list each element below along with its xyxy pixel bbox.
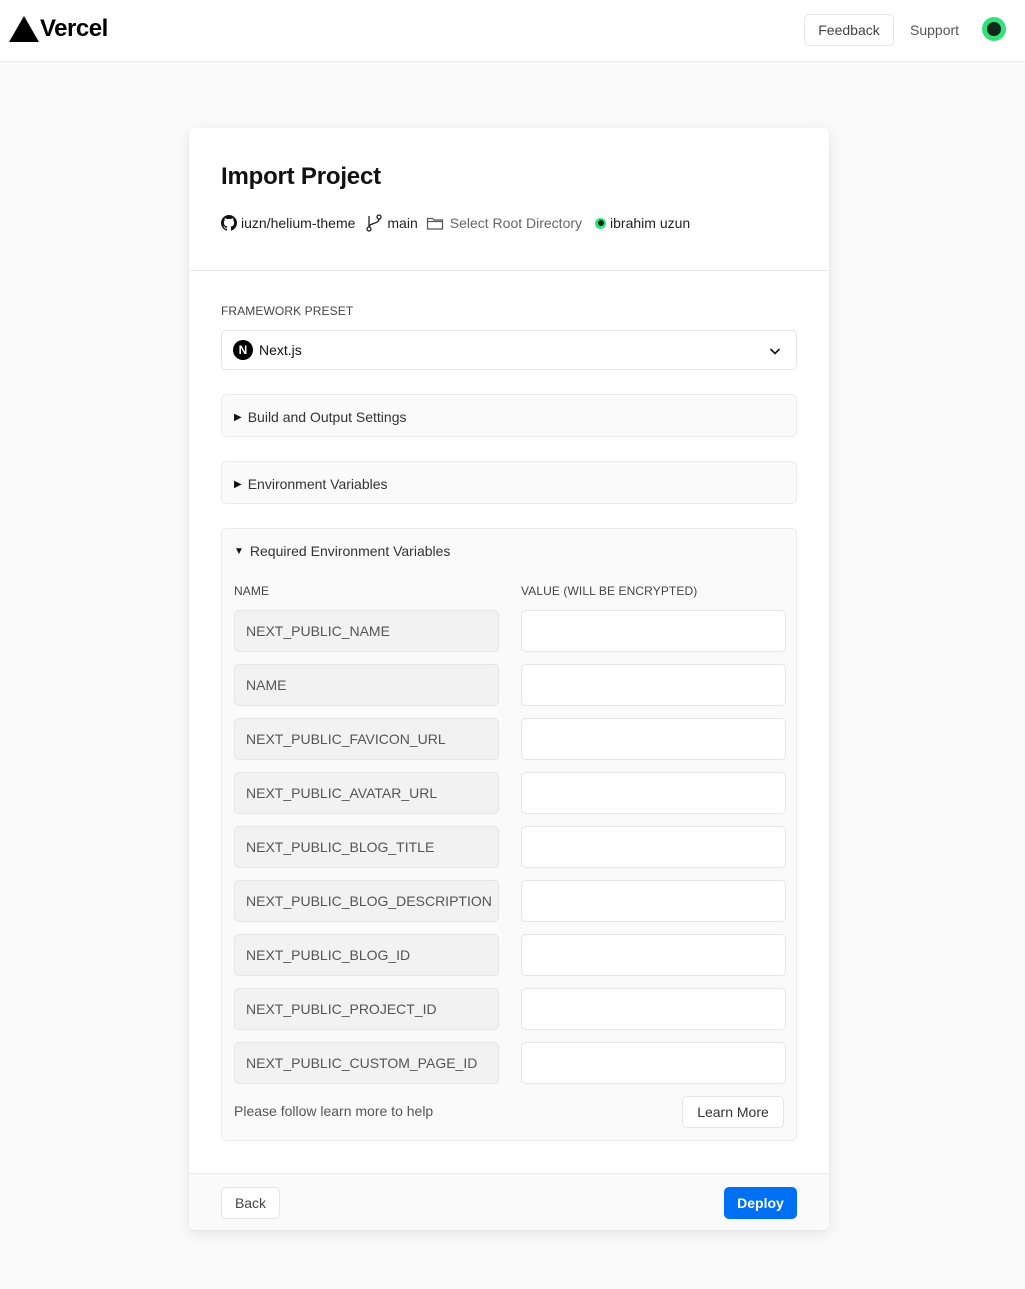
- triangle-right-icon: ▶: [234, 411, 242, 423]
- build-settings-accordion[interactable]: ▶ Build and Output Settings: [221, 394, 797, 437]
- env-name-field: NEXT_PUBLIC_FAVICON_URL: [234, 718, 499, 760]
- env-value-input[interactable]: [521, 772, 786, 814]
- page-title: Import Project: [221, 163, 381, 190]
- env-vars-header[interactable]: ▶ Environment Variables: [234, 476, 388, 492]
- brand-name: Vercel: [40, 15, 108, 42]
- card-footer: Back Deploy: [189, 1173, 829, 1230]
- env-value-input[interactable]: [521, 1042, 786, 1084]
- repo-name: iuzn/helium-theme: [241, 215, 356, 231]
- env-name-field: NEXT_PUBLIC_CUSTOM_PAGE_ID: [234, 1042, 499, 1084]
- env-name-field: NEXT_PUBLIC_BLOG_DESCRIPTION: [234, 880, 499, 922]
- github-icon: [221, 215, 237, 231]
- import-project-card: Import Project iuzn/helium-theme main Se…: [189, 128, 829, 1230]
- required-env-header[interactable]: ▼ Required Environment Variables: [234, 543, 450, 559]
- framework-select[interactable]: N Next.js: [221, 330, 797, 370]
- env-name-field: NEXT_PUBLIC_BLOG_TITLE: [234, 826, 499, 868]
- env-name-field: NEXT_PUBLIC_BLOG_ID: [234, 934, 499, 976]
- env-vars-accordion[interactable]: ▶ Environment Variables: [221, 461, 797, 504]
- deploy-button[interactable]: Deploy: [724, 1187, 797, 1219]
- triangle-down-icon: ▼: [234, 545, 244, 557]
- triangle-right-icon: ▶: [234, 478, 242, 490]
- env-name-field: NEXT_PUBLIC_PROJECT_ID: [234, 988, 499, 1030]
- env-name-field: NEXT_PUBLIC_AVATAR_URL: [234, 772, 499, 814]
- support-link[interactable]: Support: [910, 22, 959, 38]
- branch-name: main: [387, 215, 418, 231]
- required-env-label: Required Environment Variables: [249, 543, 451, 559]
- name-column-header: NAME: [234, 584, 270, 598]
- env-name-field: NAME: [234, 664, 499, 706]
- env-value-input[interactable]: [521, 664, 786, 706]
- env-value-input[interactable]: [521, 718, 786, 760]
- required-env-accordion: ▼ Required Environment Variables NAME VA…: [221, 528, 797, 1141]
- framework-selected-value: Next.js: [259, 342, 302, 358]
- env-name-field: NEXT_PUBLIC_NAME: [234, 610, 499, 652]
- avatar-image: [987, 22, 1001, 36]
- nextjs-icon: N: [233, 340, 253, 360]
- env-value-input[interactable]: [521, 988, 786, 1030]
- repo-info[interactable]: iuzn/helium-theme: [221, 215, 355, 231]
- project-meta: iuzn/helium-theme main Select Root Direc…: [221, 214, 690, 232]
- framework-preset-label: FRAMEWORK PRESET: [221, 304, 354, 318]
- owner-avatar: [595, 217, 607, 229]
- top-navbar: Vercel Feedback Support: [0, 0, 1025, 62]
- git-branch-icon: [366, 214, 383, 232]
- value-column-header: VALUE (WILL BE ENCRYPTED): [521, 584, 698, 598]
- env-value-input[interactable]: [521, 880, 786, 922]
- env-value-input[interactable]: [521, 826, 786, 868]
- env-vars-label: Environment Variables: [247, 476, 388, 492]
- branch-info[interactable]: main: [365, 214, 418, 232]
- env-value-input[interactable]: [521, 610, 786, 652]
- build-settings-label: Build and Output Settings: [247, 409, 407, 425]
- card-header: Import Project iuzn/helium-theme main Se…: [189, 128, 829, 271]
- root-directory-selector[interactable]: Select Root Directory: [426, 215, 582, 231]
- root-directory-label: Select Root Directory: [449, 215, 583, 231]
- user-avatar[interactable]: [982, 17, 1006, 41]
- feedback-button[interactable]: Feedback: [804, 14, 894, 46]
- env-value-input[interactable]: [521, 934, 786, 976]
- owner-name: ibrahim uzun: [610, 215, 691, 231]
- chevron-down-icon: [769, 348, 781, 355]
- learn-more-button[interactable]: Learn More: [682, 1096, 784, 1128]
- vercel-triangle-icon: [9, 16, 39, 42]
- vercel-logo[interactable]: Vercel: [9, 16, 108, 42]
- folder-icon: [426, 217, 443, 230]
- build-settings-header[interactable]: ▶ Build and Output Settings: [234, 409, 406, 425]
- back-button[interactable]: Back: [221, 1187, 280, 1219]
- help-text: Please follow learn more to help: [234, 1103, 434, 1119]
- owner-info[interactable]: ibrahim uzun: [595, 215, 690, 231]
